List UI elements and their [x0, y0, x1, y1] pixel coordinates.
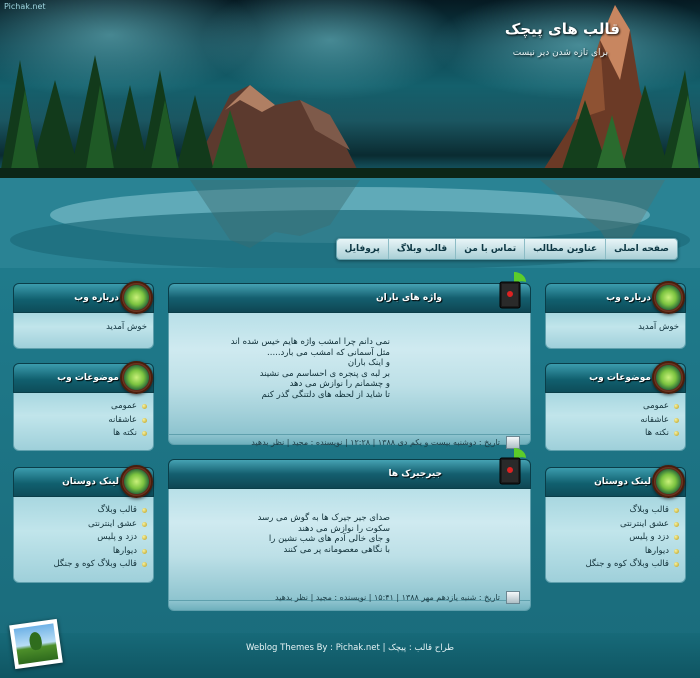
topic-link[interactable]: عمومی: [552, 400, 679, 414]
about-box-title: درباره وب: [74, 293, 119, 303]
photo-frame-icon: [9, 618, 63, 670]
links-box: لینک دوستان قالب وبلاگ عشق اینترنتی دزد …: [13, 465, 154, 583]
links-box-title: لینک دوستان: [594, 477, 651, 487]
about-box-header: درباره وب: [13, 281, 154, 314]
post-meta: تاریخ : شنبه یازدهم مهر ۱۳۸۸ | ۱۵:۴۱ | ن…: [179, 591, 520, 604]
topics-box-header: موضوعات وب: [545, 361, 686, 394]
topic-link[interactable]: عاشقانه: [552, 414, 679, 428]
nav-home[interactable]: صفحه اصلی: [605, 239, 677, 259]
post-header: جیرجیرک ها: [168, 448, 531, 489]
post-line: نمی دانم چرا امشب واژه هایم خیس شده اند: [230, 337, 390, 347]
about-box-body: خوش آمدید: [13, 313, 154, 349]
post-header: واژه های باران: [168, 272, 531, 313]
topic-link[interactable]: نکته ها: [552, 427, 679, 441]
friend-link[interactable]: دیوارها: [20, 545, 147, 559]
post-meta: تاریخ : دوشنبه بیست و یکم دی ۱۳۸۸ | ۱۲:۲…: [179, 436, 520, 449]
post-meta-text[interactable]: تاریخ : شنبه یازدهم مهر ۱۳۸۸ | ۱۵:۴۱ | ن…: [275, 593, 500, 602]
post-line: و اینک باران: [347, 358, 390, 368]
post-line: تا شاید از لحظه های دلتنگی گذر کنم: [261, 389, 390, 400]
header-banner: Pichak.net قالب های پیچک برای تازه شدن د…: [0, 0, 700, 268]
right-sidebar: درباره وب خوش آمدید موضوعات وب عمومی عاش…: [545, 281, 686, 591]
friend-link[interactable]: قالب وبلاگ: [552, 504, 679, 518]
friend-link[interactable]: دیوارها: [552, 545, 679, 559]
friend-link[interactable]: عشق اینترنتی: [20, 518, 147, 532]
post: جیرجیرک ها صدای جیر جیرک ها به گوش می رس…: [168, 448, 531, 611]
topics-box-title: موضوعات وب: [589, 373, 651, 383]
nav-weblog-theme[interactable]: قالب وبلاگ: [387, 239, 455, 259]
about-text: خوش آمدید: [106, 322, 147, 332]
nav-contact[interactable]: تماس با من: [455, 239, 524, 259]
nav-profile[interactable]: پروفایل: [337, 239, 388, 259]
post-line: و جای خالی آدم های شب نشین را: [268, 534, 390, 544]
links-box-header: لینک دوستان: [13, 465, 154, 498]
topics-box-body: عمومی عاشقانه نکته ها: [13, 393, 154, 451]
friend-link[interactable]: قالب وبلاگ کوه و جنگل: [552, 558, 679, 572]
post-title[interactable]: جیرجیرک ها: [389, 469, 443, 479]
photo-thumbnail: [13, 623, 59, 665]
post: واژه های باران نمی دانم چرا امشب واژه ها…: [168, 272, 531, 449]
nav-post-titles[interactable]: عناوین مطالب: [524, 239, 605, 259]
about-box-header: درباره وب: [545, 281, 686, 314]
friend-link[interactable]: دزد و پلیس: [552, 531, 679, 545]
post-line: با نگاهی معصومانه پر می کنند: [283, 544, 391, 555]
topics-box: موضوعات وب عمومی عاشقانه نکته ها: [545, 361, 686, 451]
leaf-badge-icon: [120, 361, 153, 394]
leaf-badge-icon: [652, 281, 685, 314]
topic-link[interactable]: نکته ها: [20, 427, 147, 441]
tree-icon: [28, 631, 43, 651]
book-icon: [499, 272, 526, 309]
post-meta-text[interactable]: تاریخ : دوشنبه بیست و یکم دی ۱۳۸۸ | ۱۲:۲…: [251, 438, 500, 447]
post-line: سکوت را نوازش می دهند: [297, 523, 390, 534]
site-description: برای تازه شدن دیر نیست: [512, 48, 608, 58]
about-box: درباره وب خوش آمدید: [13, 281, 154, 349]
post-body: نمی دانم چرا امشب واژه هایم خیس شده اند …: [168, 313, 531, 449]
main-nav: صفحه اصلی عناوین مطالب تماس با من قالب و…: [335, 238, 678, 260]
left-sidebar: درباره وب خوش آمدید موضوعات وب عمومی عاش…: [13, 281, 154, 591]
calendar-icon: [506, 591, 520, 604]
mountain-scenery: [0, 5, 700, 268]
topics-box-body: عمومی عاشقانه نکته ها: [545, 393, 686, 451]
friend-link[interactable]: قالب وبلاگ کوه و جنگل: [20, 558, 147, 572]
post-title[interactable]: واژه های باران: [376, 293, 442, 303]
links-box-body: قالب وبلاگ عشق اینترنتی دزد و پلیس دیوار…: [545, 497, 686, 583]
links-box-body: قالب وبلاگ عشق اینترنتی دزد و پلیس دیوار…: [13, 497, 154, 583]
links-box-title: لینک دوستان: [62, 477, 119, 487]
friend-link[interactable]: عشق اینترنتی: [552, 518, 679, 532]
page: Pichak.net قالب های پیچک برای تازه شدن د…: [0, 0, 700, 678]
site-title[interactable]: قالب های پیچک: [505, 20, 620, 38]
leaf-badge-icon: [120, 465, 153, 498]
topics-box-header: موضوعات وب: [13, 361, 154, 394]
friend-link[interactable]: قالب وبلاگ: [20, 504, 147, 518]
about-box: درباره وب خوش آمدید: [545, 281, 686, 349]
topics-box: موضوعات وب عمومی عاشقانه نکته ها: [13, 361, 154, 451]
leaf-badge-icon: [120, 281, 153, 314]
leaf-badge-icon: [652, 465, 685, 498]
book-icon: [499, 448, 526, 485]
footer-credit[interactable]: Weblog Themes By : Pichak.net | طراح قال…: [0, 643, 700, 653]
links-box-header: لینک دوستان: [545, 465, 686, 498]
post-line: صدای جیر جیرک ها به گوش می رسد: [257, 513, 390, 523]
post-body: صدای جیر جیرک ها به گوش می رسد سکوت را ن…: [168, 489, 531, 604]
post-line: مثل آسمانی که امشب می بارد.....: [267, 347, 390, 358]
leaf-badge-icon: [652, 361, 685, 394]
links-box: لینک دوستان قالب وبلاگ عشق اینترنتی دزد …: [545, 465, 686, 583]
about-text: خوش آمدید: [638, 322, 679, 332]
post-line: بر لبه ی پنجره ی احساسم می نشیند: [259, 368, 390, 379]
about-box-body: خوش آمدید: [545, 313, 686, 349]
about-box-title: درباره وب: [606, 293, 651, 303]
footer: Weblog Themes By : Pichak.net | طراح قال…: [0, 633, 700, 678]
posts-column: واژه های باران نمی دانم چرا امشب واژه ها…: [168, 272, 531, 625]
topic-link[interactable]: عمومی: [20, 400, 147, 414]
topic-link[interactable]: عاشقانه: [20, 414, 147, 428]
post-footer: [168, 601, 531, 611]
post-line: و چشمانم را نوازش می دهد: [289, 379, 390, 389]
topics-box-title: موضوعات وب: [57, 373, 119, 383]
friend-link[interactable]: دزد و پلیس: [20, 531, 147, 545]
watermark: Pichak.net: [4, 2, 46, 11]
